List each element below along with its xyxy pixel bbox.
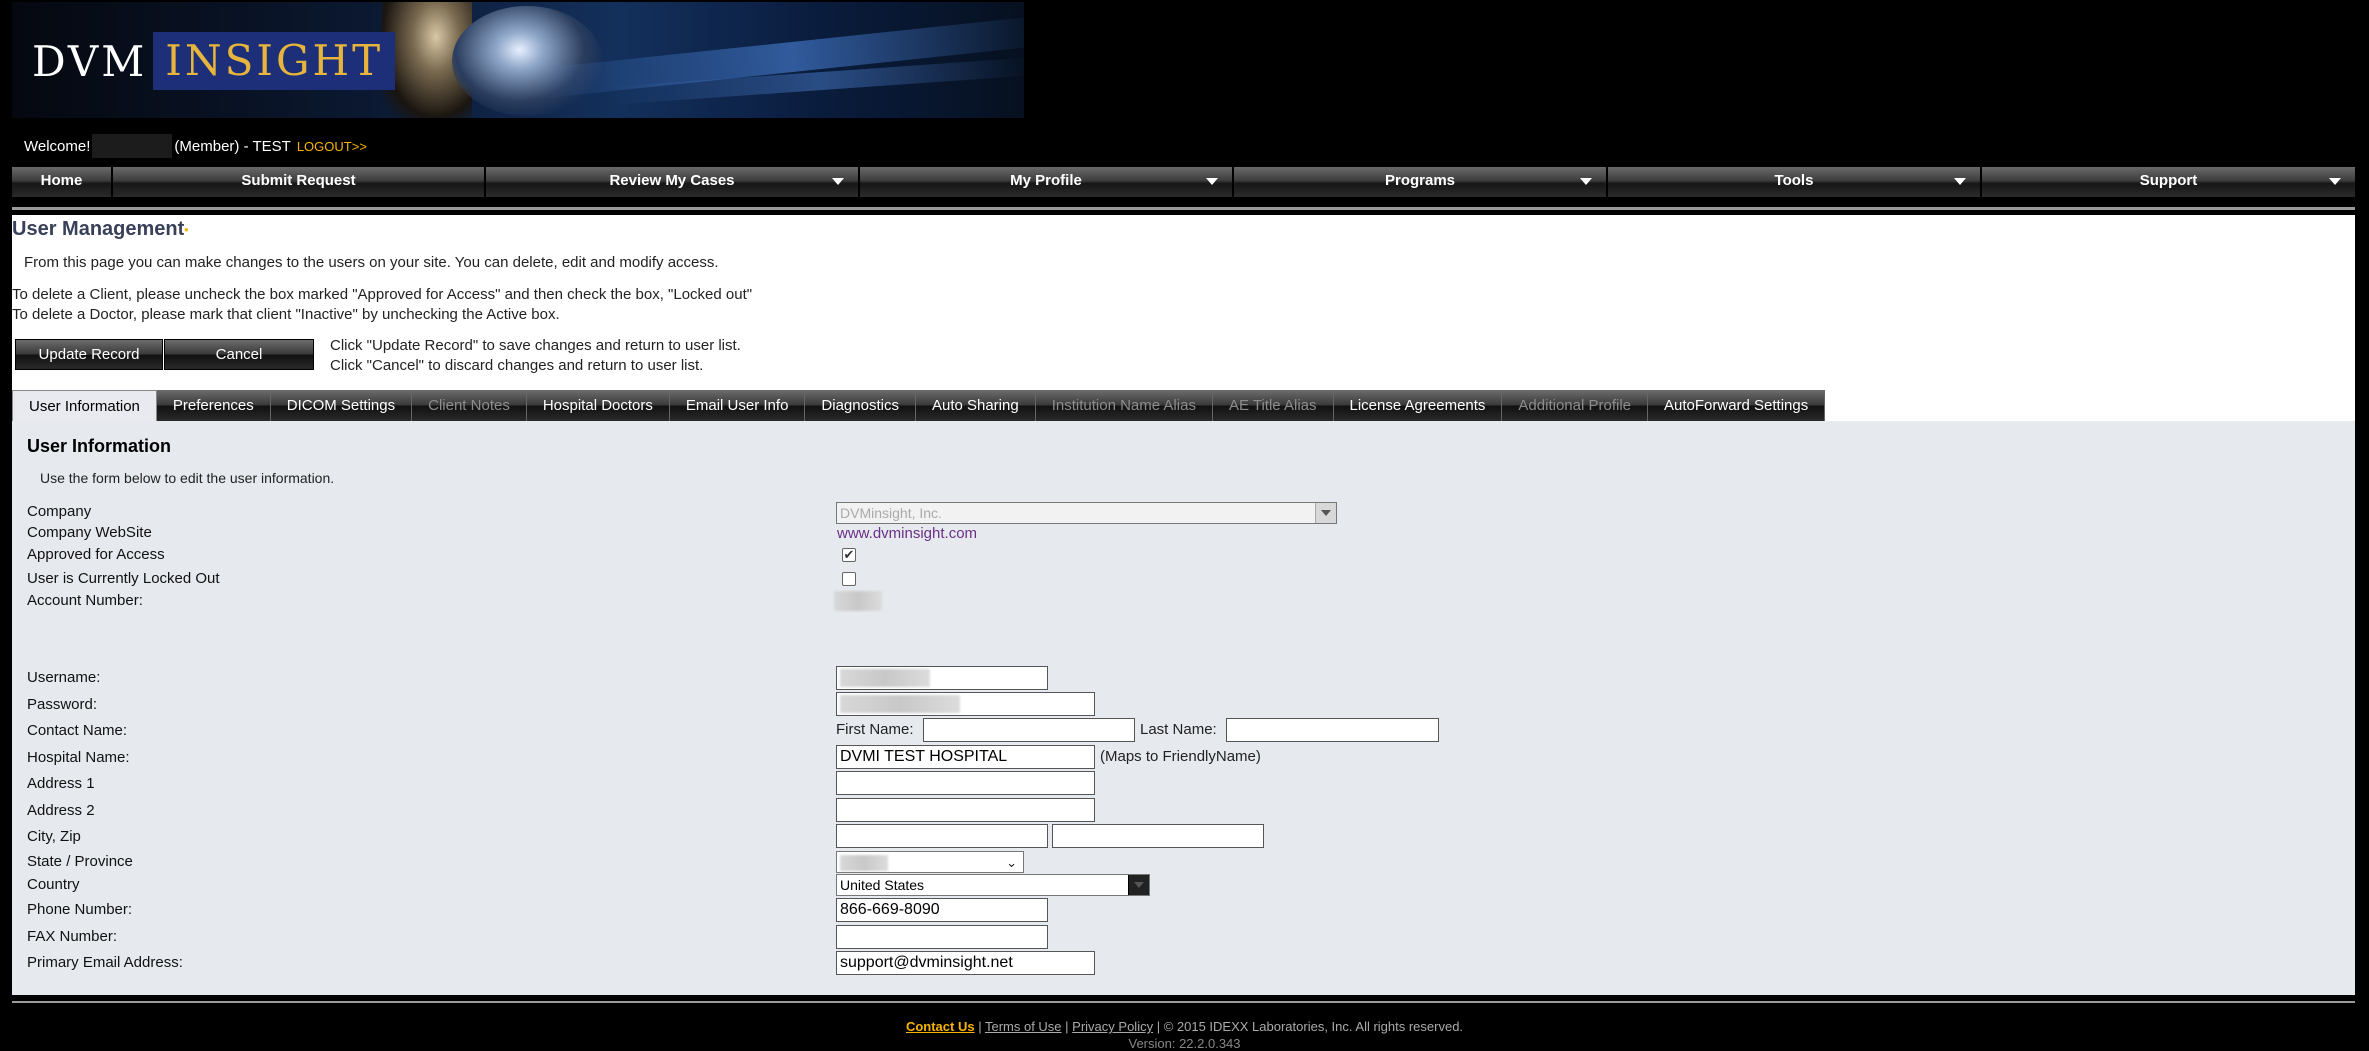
main-nav: Home Submit Request Review My Cases My P… — [12, 167, 2355, 197]
first-name-label: First Name: — [836, 721, 914, 738]
email-field[interactable]: support@dvminsight.net — [836, 951, 1095, 975]
terms-link[interactable]: Terms of Use — [985, 1019, 1062, 1034]
account-number-value — [834, 591, 886, 613]
fax-field[interactable] — [836, 925, 1048, 949]
hospital-name-field[interactable]: DVMI TEST HOSPITAL — [836, 745, 1095, 769]
username-label: Username: — [27, 669, 101, 686]
logo[interactable]: DVM INSIGHT — [22, 32, 396, 90]
header-banner: DVM INSIGHT — [12, 2, 1024, 118]
nav-review-my-cases[interactable]: Review My Cases — [486, 167, 860, 197]
company-label: Company — [27, 503, 92, 520]
username-field[interactable] — [836, 666, 1048, 690]
logo-text-insight: INSIGHT — [153, 32, 396, 90]
tab-preferences[interactable]: Preferences — [156, 390, 271, 421]
tab-user-information[interactable]: User Information — [12, 390, 157, 421]
welcome-bar: Welcome! (Member) - TEST LOGOUT>> — [24, 134, 367, 158]
intro-text: From this page you can make changes to t… — [24, 254, 719, 271]
locked-label: User is Currently Locked Out — [27, 570, 220, 587]
last-name-field[interactable] — [1226, 718, 1439, 742]
last-name-label: Last Name: — [1140, 721, 1217, 738]
chevron-down-icon — [1206, 178, 1218, 185]
tab-license-agreements[interactable]: License Agreements — [1333, 390, 1503, 421]
email-label: Primary Email Address: — [27, 954, 183, 971]
tab-ae-title-alias: AE Title Alias — [1212, 390, 1334, 421]
state-label: State / Province — [27, 853, 133, 870]
logout-link[interactable]: LOGOUT>> — [297, 139, 367, 154]
nav-programs[interactable]: Programs — [1234, 167, 1608, 197]
website-label: Company WebSite — [27, 524, 152, 541]
banner-photo-skull — [452, 6, 602, 116]
welcome-text: Welcome! — [24, 137, 91, 155]
chevron-down-icon — [1954, 178, 1966, 185]
chevron-down-icon — [1128, 875, 1149, 895]
country-select[interactable]: United States — [836, 874, 1150, 896]
logo-text-dvm: DVM — [32, 36, 148, 86]
address2-field[interactable] — [836, 798, 1095, 822]
tab-auto-sharing[interactable]: Auto Sharing — [915, 390, 1036, 421]
nav-support[interactable]: Support — [1982, 167, 2355, 197]
cancel-hint: Click "Cancel" to discard changes and re… — [330, 357, 704, 374]
approved-checkbox[interactable]: ✔ — [842, 548, 856, 562]
tab-autoforward-settings[interactable]: AutoForward Settings — [1648, 390, 1826, 421]
tab-additional-profile: Additional Profile — [1502, 390, 1648, 421]
city-field[interactable] — [836, 824, 1048, 848]
tab-hospital-doctors[interactable]: Hospital Doctors — [526, 390, 670, 421]
address1-field[interactable] — [836, 771, 1095, 795]
address2-label: Address 2 — [27, 802, 95, 819]
nav-my-profile[interactable]: My Profile — [860, 167, 1234, 197]
divider — [12, 1001, 2355, 1003]
password-field[interactable] — [836, 692, 1095, 716]
version-text: Version: 22.2.0.343 — [1128, 1036, 1241, 1051]
delete-client-note: To delete a Client, please uncheck the b… — [12, 286, 753, 303]
tab-institution-name-alias: Institution Name Alias — [1035, 390, 1213, 421]
city-zip-label: City, Zip — [27, 828, 81, 845]
form-subtitle: Use the form below to edit the user info… — [40, 470, 335, 486]
locked-out-checkbox[interactable] — [842, 572, 856, 586]
address1-label: Address 1 — [27, 775, 95, 792]
page-title: User Management• — [12, 218, 189, 240]
fax-label: FAX Number: — [27, 928, 118, 945]
privacy-link[interactable]: Privacy Policy — [1072, 1019, 1153, 1034]
form-title: User Information — [27, 436, 172, 456]
redacted-username — [92, 134, 173, 158]
password-label: Password: — [27, 696, 98, 713]
copyright-text: | © 2015 IDEXX Laboratories, Inc. All ri… — [1156, 1019, 1464, 1034]
chevron-down-icon: ⌄ — [1006, 855, 1017, 870]
title-marker-icon: • — [184, 222, 189, 237]
divider — [12, 207, 2355, 210]
state-select[interactable]: ⌄ — [836, 851, 1024, 873]
delete-doctor-note: To delete a Doctor, please mark that cli… — [12, 306, 560, 323]
phone-label: Phone Number: — [27, 901, 133, 918]
tab-dicom-settings[interactable]: DICOM Settings — [270, 390, 413, 421]
nav-home[interactable]: Home — [12, 167, 113, 197]
chevron-down-icon — [832, 178, 844, 185]
chevron-down-icon — [1580, 178, 1592, 185]
company-website-link[interactable]: www.dvminsight.com — [837, 525, 977, 542]
phone-field[interactable]: 866-669-8090 — [836, 898, 1048, 922]
hospital-name-note: (Maps to FriendlyName) — [1100, 748, 1261, 765]
country-label: Country — [27, 876, 80, 893]
account-label: Account Number: — [27, 592, 143, 609]
zip-field[interactable] — [1052, 824, 1264, 848]
tab-client-notes: Client Notes — [412, 390, 527, 421]
welcome-role: (Member) - TEST — [174, 137, 291, 155]
tab-bar: User Information Preferences DICOM Setti… — [12, 390, 1826, 421]
update-hint: Click "Update Record" to save changes an… — [330, 337, 741, 354]
chevron-down-icon — [2329, 178, 2341, 185]
approved-label: Approved for Access — [27, 546, 165, 563]
footer: Contact Us | Terms of Use | Privacy Poli… — [905, 1019, 1464, 1034]
contact-name-label: Contact Name: — [27, 722, 128, 739]
nav-tools[interactable]: Tools — [1608, 167, 1982, 197]
contact-us-link[interactable]: Contact Us — [906, 1019, 975, 1034]
company-select[interactable]: DVMinsight, Inc. — [836, 502, 1337, 524]
tab-email-user-info[interactable]: Email User Info — [669, 390, 806, 421]
update-record-button[interactable]: Update Record — [15, 339, 163, 370]
nav-submit-request[interactable]: Submit Request — [113, 167, 486, 197]
hospital-name-label: Hospital Name: — [27, 749, 130, 766]
first-name-field[interactable] — [923, 718, 1135, 742]
tab-diagnostics[interactable]: Diagnostics — [805, 390, 916, 421]
chevron-down-icon — [1315, 503, 1336, 523]
cancel-button[interactable]: Cancel — [164, 339, 314, 370]
